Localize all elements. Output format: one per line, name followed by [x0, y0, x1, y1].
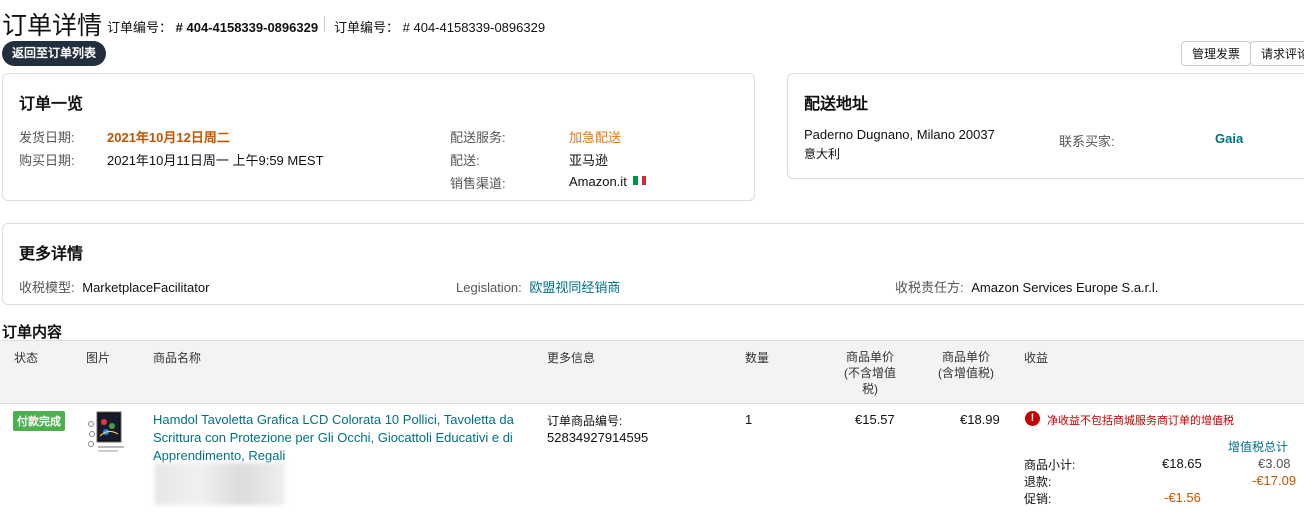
- refund-vat-value: -€17.09: [1252, 473, 1297, 488]
- legislation-value: 欧盟视同经销商: [529, 280, 621, 295]
- address-line-1: Paderno Dugnano, Milano 20037: [804, 127, 995, 142]
- address-line-2: 意大利: [804, 147, 841, 161]
- order-number-secondary: 订单编号： # 404-4158339-0896329: [334, 17, 545, 36]
- ship-service-value: 加急配送: [569, 130, 622, 145]
- legislation-label: Legislation:: [456, 280, 522, 295]
- col-more-info: 更多信息: [547, 351, 596, 365]
- tax-responsible-label: 收税责任方:: [895, 280, 964, 295]
- item-number-value: 52834927914595: [547, 430, 649, 445]
- subtotal-vat-value: €3.08: [1258, 456, 1291, 471]
- vat-total-label: 增值税总计: [1228, 440, 1289, 454]
- promotion-label: 促销:: [1024, 492, 1052, 506]
- purchase-date-value: 2021年10月11日周一 上午9:59 MEST: [107, 153, 324, 168]
- sales-channel-value: Amazon.it: [569, 173, 647, 189]
- fulfillment-label: 配送:: [450, 153, 480, 168]
- more-details-card: 更多详情 收税模型: MarketplaceFacilitator Legisl…: [2, 223, 1304, 305]
- order-contents-table-header: 状态 图片 商品名称 更多信息 数量 商品单价 (不含增值 税) 商品单价 (含…: [0, 340, 1304, 404]
- tax-responsible-value: Amazon Services Europe S.a.r.l.: [971, 280, 1159, 295]
- col-price-ex-vat-line1: 商品单价: [845, 350, 894, 364]
- fulfillment-value: 亚马逊: [569, 153, 609, 168]
- col-product-name: 商品名称: [153, 351, 202, 365]
- back-to-orders-button[interactable]: 返回至订单列表: [2, 41, 107, 66]
- order-number-value-2: # 404-4158339-0896329: [402, 20, 546, 35]
- col-price-inc-vat: 商品单价 (含增值税): [930, 349, 1002, 381]
- warning-icon: !: [1025, 411, 1040, 426]
- col-price-ex-vat-line3: 税): [862, 382, 878, 396]
- order-number-label-2: 订单编号：: [334, 20, 400, 35]
- page-title: 订单详情: [2, 12, 103, 40]
- order-number-value: # 404-4158339-0896329: [175, 20, 319, 35]
- col-price-ex-vat: 商品单价 (不含增值 税): [836, 349, 904, 397]
- purchase-date-label: 购买日期:: [19, 153, 75, 168]
- product-thumbnail[interactable]: [86, 410, 126, 456]
- tax-model-row: 收税模型: MarketplaceFacilitator: [19, 277, 209, 296]
- manage-invoice-button[interactable]: 管理发票: [1181, 41, 1252, 66]
- col-price-inc-vat-line2: (含增值税): [938, 366, 994, 380]
- col-price-inc-vat-line1: 商品单价: [941, 350, 990, 364]
- price-inc-vat-value: €18.99: [960, 412, 1000, 427]
- quantity-value: 1: [745, 412, 753, 427]
- item-number-label: 订单商品编号:: [547, 414, 623, 428]
- product-image-icon: [88, 411, 124, 452]
- order-number-label: 订单编号：: [107, 20, 173, 35]
- order-number-primary: 订单编号： # 404-4158339-0896329: [107, 17, 318, 36]
- vat-warning-text: 净收益不包括商城服务商订单的增值税: [1047, 415, 1234, 427]
- more-details-title: 更多详情: [19, 246, 84, 263]
- redacted-sku: [155, 463, 285, 505]
- price-ex-vat-value: €15.57: [855, 412, 895, 427]
- col-status: 状态: [14, 351, 39, 365]
- tax-model-value: MarketplaceFacilitator: [82, 280, 210, 295]
- order-summary-title: 订单一览: [19, 96, 84, 113]
- product-name-link[interactable]: Hamdol Tavoletta Grafica LCD Colorata 10…: [153, 411, 525, 465]
- ship-date-label: 发货日期:: [19, 130, 75, 145]
- order-summary-card: 订单一览 发货日期: 2021年10月12日周二 购买日期: 2021年10月1…: [2, 73, 755, 201]
- sales-channel-label: 销售渠道:: [450, 176, 506, 191]
- col-image: 图片: [86, 351, 111, 365]
- subtotal-value: €18.65: [1162, 456, 1202, 471]
- status-badge: 付款完成: [13, 411, 65, 431]
- refund-label: 退款:: [1024, 475, 1052, 489]
- col-revenue: 收益: [1024, 351, 1049, 365]
- ship-service-label: 配送服务:: [450, 130, 506, 145]
- italy-flag-icon: [633, 173, 647, 185]
- shipping-address-title: 配送地址: [804, 96, 869, 113]
- legislation-row: Legislation: 欧盟视同经销商: [456, 277, 620, 296]
- request-review-button[interactable]: 请求评论: [1250, 41, 1304, 66]
- ship-date-value: 2021年10月12日周二: [107, 130, 230, 145]
- shipping-address-card: 配送地址 Paderno Dugnano, Milano 20037 意大利 联…: [787, 73, 1304, 179]
- tax-model-label: 收税模型:: [19, 280, 75, 295]
- tax-responsible-row: 收税责任方: Amazon Services Europe S.a.r.l.: [895, 277, 1158, 296]
- header-divider: [324, 16, 325, 32]
- col-quantity: 数量: [745, 351, 770, 365]
- promotion-value: -€1.56: [1164, 490, 1201, 505]
- order-contents-title: 订单内容: [2, 324, 63, 341]
- col-price-ex-vat-line2: (不含增值: [844, 366, 896, 380]
- contact-buyer-link[interactable]: Gaia: [1215, 131, 1243, 146]
- subtotal-label: 商品小计:: [1024, 458, 1076, 472]
- contact-buyer-label: 联系买家:: [1059, 134, 1115, 149]
- sales-channel-text: Amazon.it: [569, 174, 627, 189]
